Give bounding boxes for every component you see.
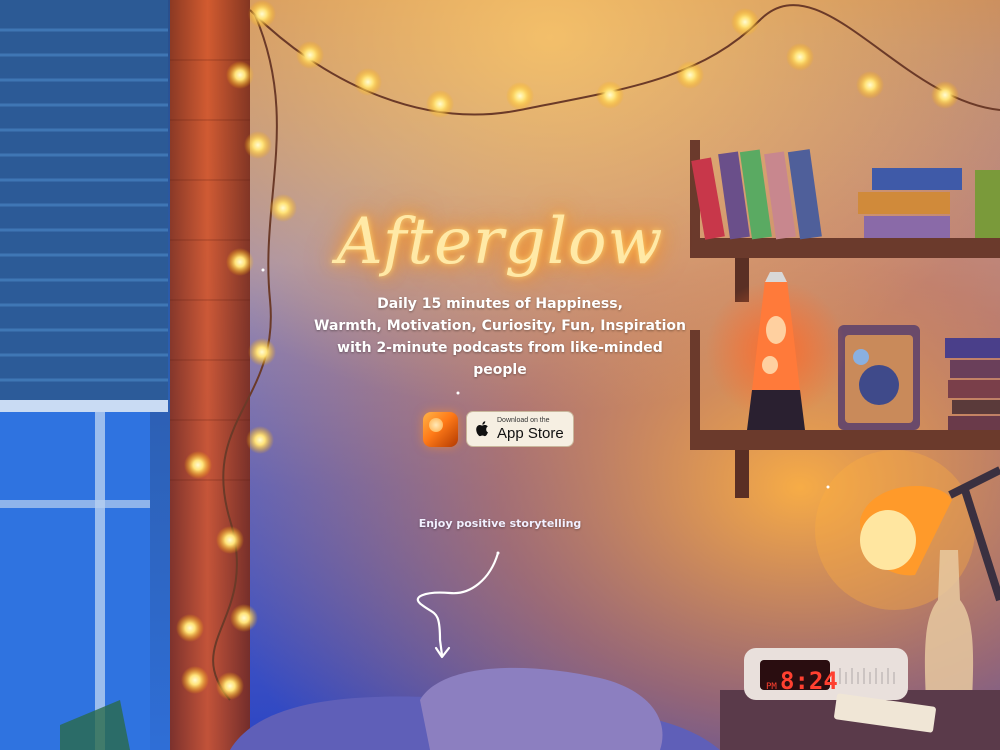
clock-ampm: PM [766, 682, 777, 692]
tagline: Daily 15 minutes of Happiness, Warmth, M… [300, 293, 700, 381]
tagline-line: Daily 15 minutes of Happiness, [377, 296, 623, 312]
hero: Afterglow Daily 15 minutes of Happiness,… [300, 190, 700, 381]
app-title: Afterglow [336, 205, 664, 279]
tagline-line: people [473, 362, 527, 378]
clock-time: 8:24 [780, 667, 838, 695]
window [0, 0, 170, 750]
download-row: Download on the App Store [423, 411, 574, 447]
app-store-label: App Store [497, 425, 564, 442]
app-store-button[interactable]: Download on the App Store [466, 411, 574, 447]
tagline-line: Warmth, Motivation, Curiosity, Fun, Insp… [314, 318, 686, 334]
tagline-line: with 2-minute podcasts from like-minded [337, 340, 663, 356]
curly-arrow-down-icon [416, 551, 500, 659]
app-store-text: Download on the App Store [497, 417, 564, 441]
afterglow-app-icon[interactable] [423, 411, 458, 447]
apple-icon [476, 421, 488, 437]
enjoy-caption: Enjoy positive storytelling [418, 517, 582, 530]
app-store-small-label: Download on the [497, 417, 550, 424]
